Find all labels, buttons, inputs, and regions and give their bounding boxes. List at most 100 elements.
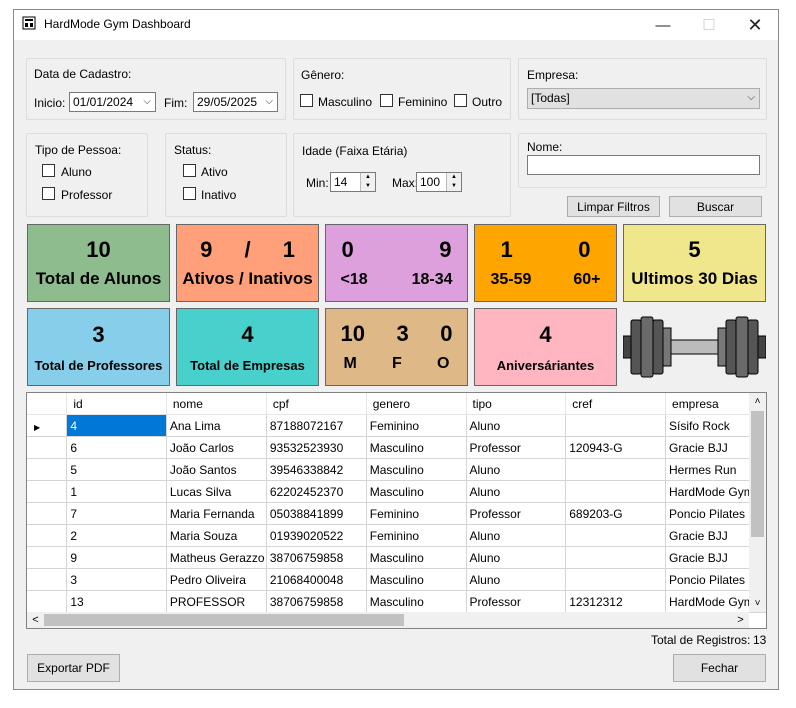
row-header[interactable] [27,590,68,613]
cell-genero[interactable]: Masculino [366,546,467,569]
cell-tipo[interactable]: Aluno [466,568,567,591]
table-row[interactable]: 6 João Carlos 93532523930 Masculino Professo… [27,436,766,459]
end-date-picker[interactable]: 29/05/2025 ⌵ [193,92,278,112]
cell-nome[interactable]: Ana Lima [166,414,267,437]
cell-genero[interactable]: Feminino [366,524,467,547]
table-row[interactable]: 9 Matheus Gerazzo 38706759858 Masculino Alun… [27,546,766,569]
row-header[interactable]: ▶ [27,414,68,437]
cell-cpf[interactable]: 39546338842 [266,458,367,481]
row-header[interactable] [27,502,68,525]
cell-cref[interactable]: 120943-G [565,436,667,459]
table-row[interactable]: 3 Pedro Oliveira 21068400048 Masculino Aluno… [27,568,766,591]
cell-id[interactable]: 5 [66,458,167,481]
cell-tipo[interactable]: Aluno [466,480,567,503]
clear-filters-button[interactable]: Limpar Filtros [567,196,660,217]
minimize-button[interactable]: — [640,10,686,40]
cell-id[interactable]: 13 [66,590,167,613]
age-max-spinner[interactable]: 100 ▲ ▼ [416,172,462,192]
cell-cref[interactable] [565,414,667,437]
cell-id[interactable]: 9 [66,546,167,569]
cell-cpf[interactable]: 38706759858 [266,546,367,569]
ativo-checkbox[interactable] [183,164,196,177]
cell-cref[interactable] [565,480,667,503]
cell-nome[interactable]: Matheus Gerazzo [166,546,267,569]
table-row[interactable]: 1 Lucas Silva 62202452370 Masculino Aluno Har… [27,480,766,503]
scroll-left-icon[interactable]: < [27,612,44,628]
spin-arrows-icon[interactable]: ▲ ▼ [360,173,375,191]
maximize-button[interactable]: ☐ [686,10,732,40]
cell-genero[interactable]: Masculino [366,436,467,459]
cell-id[interactable]: 6 [66,436,167,459]
outro-checkbox[interactable] [454,94,467,107]
cell-cpf[interactable]: 93532523930 [266,436,367,459]
close-window-button[interactable]: ✕ [732,10,778,40]
cell-cref[interactable]: 12312312 [565,590,667,613]
start-date-picker[interactable]: 01/01/2024 ⌵ [69,92,156,112]
cell-tipo[interactable]: Professor [466,590,567,613]
table-row[interactable]: 13 PROFESSOR 38706759858 Masculino Professor… [27,590,766,613]
cell-nome[interactable]: João Santos [166,458,267,481]
vertical-scroll-thumb[interactable] [751,411,764,537]
cell-genero[interactable]: Masculino [366,458,467,481]
row-header[interactable] [27,546,68,569]
scroll-up-icon[interactable]: ˄ [749,393,766,410]
aluno-checkbox[interactable] [42,164,55,177]
feminino-checkbox[interactable] [380,94,393,107]
cell-cref[interactable] [565,458,667,481]
cell-genero[interactable]: Feminino [366,502,467,525]
column-header-genero[interactable]: genero [366,393,467,415]
cell-cpf[interactable]: 38706759858 [266,590,367,613]
column-header-tipo[interactable]: tipo [466,393,567,415]
cell-nome[interactable]: Pedro Oliveira [166,568,267,591]
cell-id[interactable]: 4 [66,414,167,437]
cell-nome[interactable]: PROFESSOR [166,590,267,613]
row-header[interactable] [27,436,68,459]
table-row[interactable]: 7 Maria Fernanda 05038841899 Feminino Profes… [27,502,766,525]
horizontal-scroll-thumb[interactable] [44,614,404,626]
scroll-down-icon[interactable]: ˅ [749,595,766,612]
cell-nome[interactable]: Maria Souza [166,524,267,547]
masculino-checkbox[interactable] [300,94,313,107]
cell-cpf[interactable]: 62202452370 [266,480,367,503]
cell-tipo[interactable]: Aluno [466,414,567,437]
vertical-scrollbar[interactable]: ˄ ˅ [749,393,766,612]
cell-id[interactable]: 1 [66,480,167,503]
column-header-nome[interactable]: nome [166,393,267,415]
row-header[interactable] [27,568,68,591]
cell-genero[interactable]: Feminino [366,414,467,437]
inativo-checkbox[interactable] [183,187,196,200]
cell-cpf[interactable]: 21068400048 [266,568,367,591]
search-button[interactable]: Buscar [669,196,762,217]
cell-genero[interactable]: Masculino [366,590,467,613]
table-row[interactable]: ▶ 4 Ana Lima 87188072167 Feminino Aluno Sísifo… [27,414,766,437]
row-header[interactable] [27,458,68,481]
cell-id[interactable]: 7 [66,502,167,525]
spin-arrows-icon[interactable]: ▲ ▼ [446,173,461,191]
cell-cref[interactable] [565,524,667,547]
cell-tipo[interactable]: Aluno [466,458,567,481]
scroll-right-icon[interactable]: > [732,612,749,628]
cell-cref[interactable] [565,546,667,569]
cell-cref[interactable] [565,568,667,591]
column-header-cpf[interactable]: cpf [266,393,367,415]
cell-genero[interactable]: Masculino [366,568,467,591]
cell-tipo[interactable]: Aluno [466,524,567,547]
cell-cpf[interactable]: 01939020522 [266,524,367,547]
cell-tipo[interactable]: Professor [466,436,567,459]
records-grid[interactable]: id nome cpf genero tipo cref empresa ▶ 4 A… [26,392,767,629]
cell-nome[interactable]: Lucas Silva [166,480,267,503]
cell-cref[interactable]: 689203-G [565,502,667,525]
cell-genero[interactable]: Masculino [366,480,467,503]
close-button[interactable]: Fechar [673,654,766,682]
column-header-id[interactable]: id [66,393,167,415]
row-header[interactable] [27,480,68,503]
export-pdf-button[interactable]: Exportar PDF [27,654,120,682]
cell-tipo[interactable]: Aluno [466,546,567,569]
cell-nome[interactable]: Maria Fernanda [166,502,267,525]
cell-id[interactable]: 3 [66,568,167,591]
name-input[interactable] [527,155,760,175]
age-min-spinner[interactable]: 14 ▲ ▼ [330,172,376,192]
cell-cpf[interactable]: 05038841899 [266,502,367,525]
table-row[interactable]: 2 Maria Souza 01939020522 Feminino Aluno Grac… [27,524,766,547]
professor-checkbox[interactable] [42,187,55,200]
